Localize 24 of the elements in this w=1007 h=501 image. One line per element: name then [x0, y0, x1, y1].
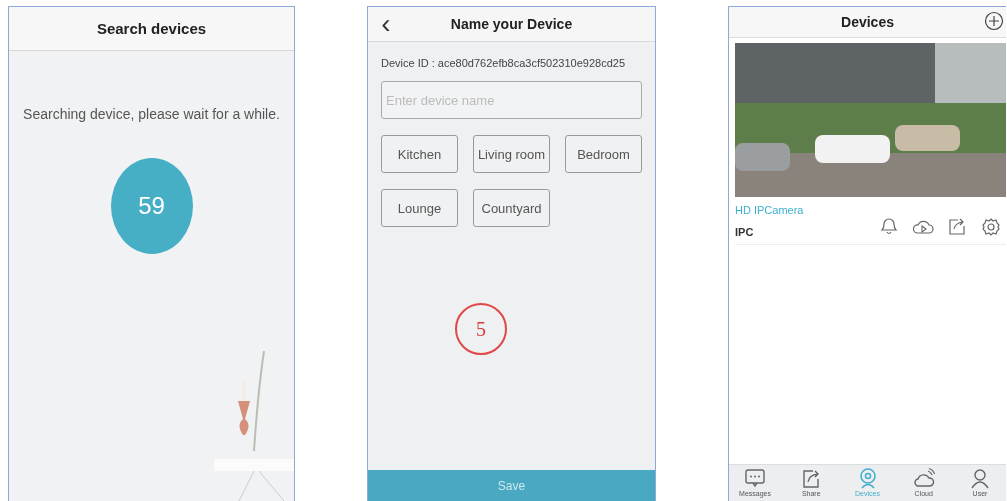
add-button[interactable]	[984, 11, 1004, 31]
name-suggestion-button[interactable]: Countyard	[473, 189, 550, 227]
back-button[interactable]: ‹	[378, 10, 394, 38]
name-suggestion-button[interactable]: Living room	[473, 135, 550, 173]
share-icon	[946, 216, 968, 238]
screen-title: Search devices	[9, 7, 294, 51]
annotation-number: 5	[455, 303, 507, 355]
countdown-timer: 59	[110, 158, 193, 254]
plus-circle-icon	[984, 11, 1004, 31]
name-suggestion-button[interactable]: Lounge	[381, 189, 458, 227]
device-type: IPC	[735, 226, 755, 238]
share-button[interactable]	[946, 216, 968, 238]
device-name: HD IPCamera	[735, 204, 805, 216]
cloud-icon	[911, 467, 936, 489]
name-suggestion-button[interactable]: Kitchen	[381, 135, 458, 173]
chat-bubble-icon	[743, 467, 767, 489]
screen-title: Devices	[841, 14, 894, 30]
screen-title: Name your Device	[449, 16, 574, 32]
status-message: Searching device, please wait for a while.	[22, 106, 281, 122]
settings-button[interactable]	[980, 216, 1002, 238]
device-name-field[interactable]: Enter device name	[381, 81, 642, 119]
settings-icon	[980, 216, 1002, 238]
name-suggestion-button[interactable]: Bedroom	[565, 135, 642, 173]
device-id-text: Device ID : ace80d762efb8ca3cf502310e928cd25	[381, 57, 627, 69]
